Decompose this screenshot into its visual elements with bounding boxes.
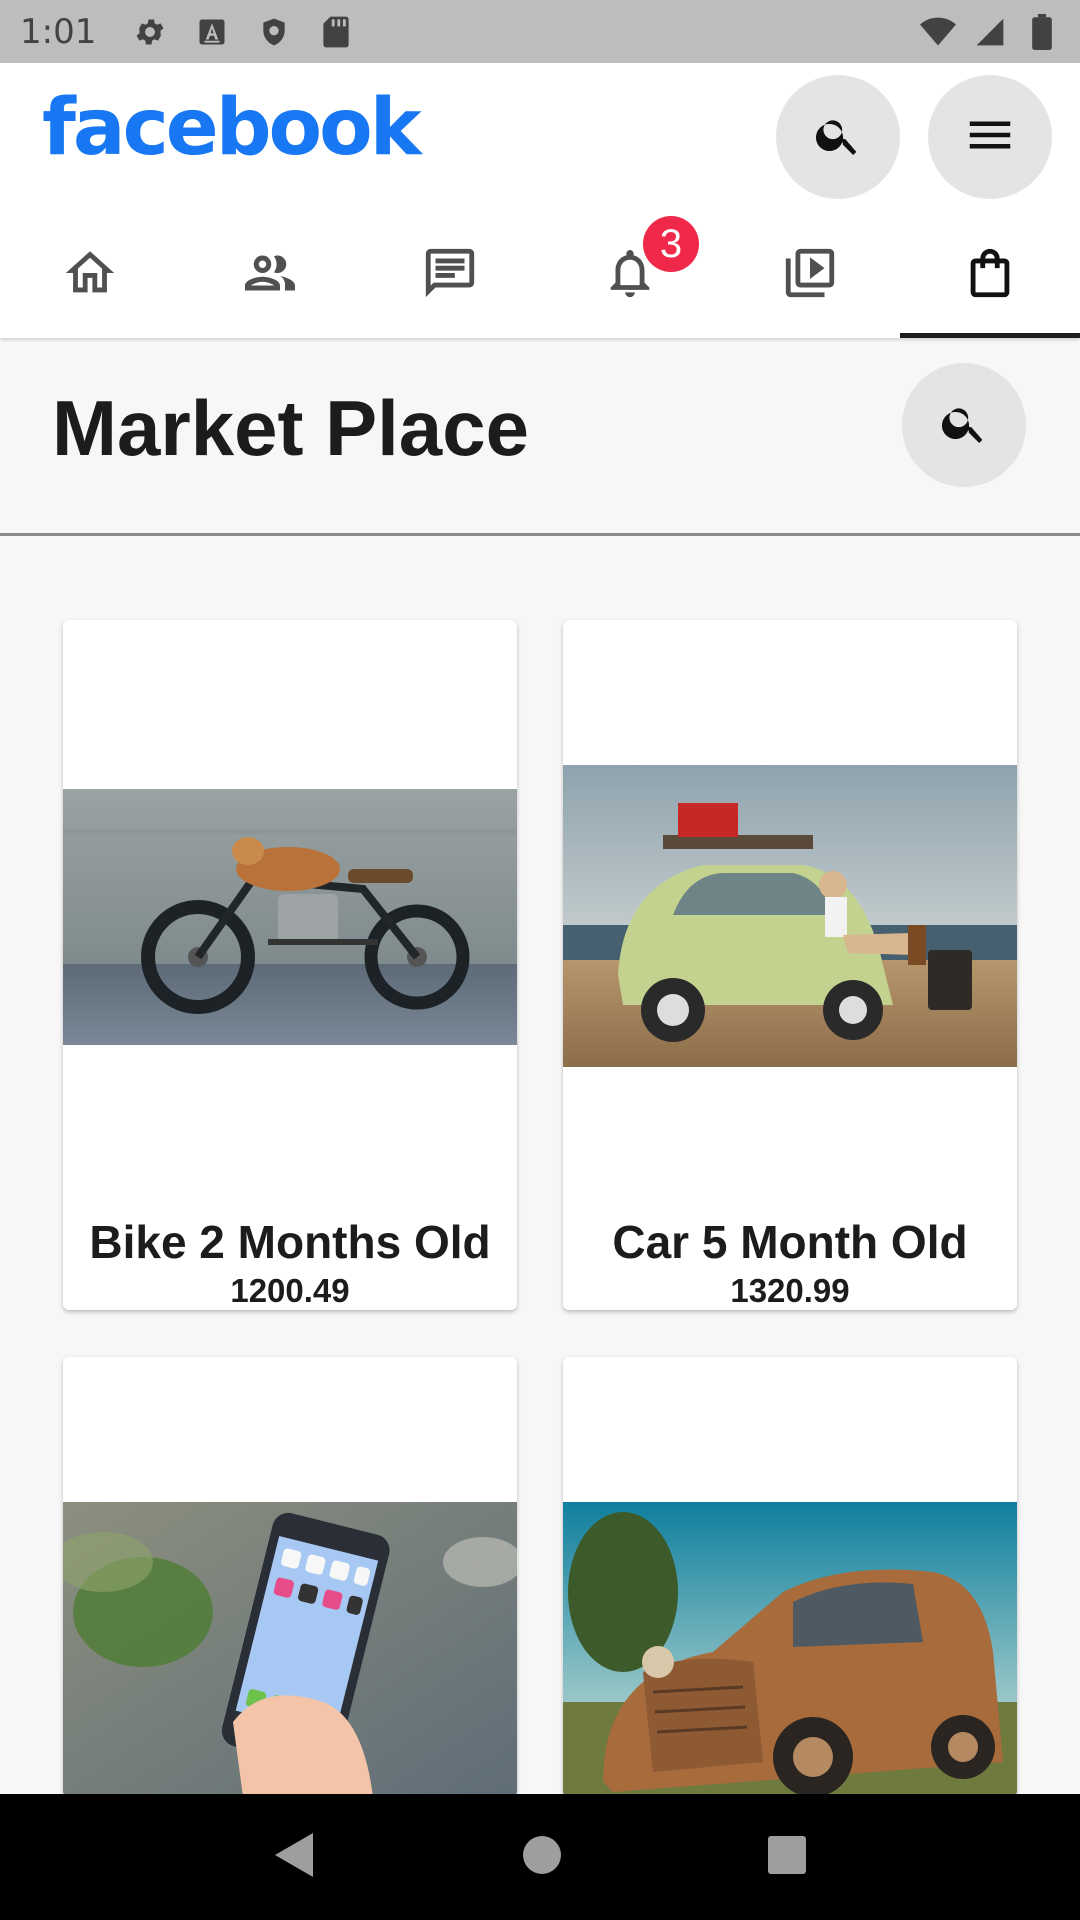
sd-card-icon [318, 14, 354, 50]
header-menu-button[interactable] [928, 75, 1052, 199]
header-search-button[interactable] [776, 75, 900, 199]
message-icon [421, 244, 479, 307]
font-a-icon [194, 14, 230, 50]
tab-friends[interactable] [180, 213, 360, 338]
tab-marketplace[interactable] [900, 213, 1080, 338]
status-bar: 1:01 [0, 0, 1080, 63]
settings-icon [132, 14, 168, 50]
app-header: facebook 3 [0, 63, 1080, 338]
home-circle-icon[interactable] [522, 1835, 562, 1880]
home-icon [61, 244, 119, 307]
wifi-icon [920, 14, 956, 50]
shield-icon [256, 14, 292, 50]
product-card[interactable] [563, 1357, 1017, 1797]
product-price: 1200.49 [230, 1272, 350, 1309]
product-card[interactable] [63, 1357, 517, 1797]
facebook-logo[interactable]: facebook [42, 83, 422, 173]
product-title: Car 5 Month Old [612, 1216, 968, 1268]
vintage-car-photo [563, 765, 1017, 1067]
signal-icon [972, 14, 1008, 50]
search-icon [939, 398, 989, 453]
product-card[interactable]: Bike 2 Months Old 1200.49 [63, 620, 517, 1310]
divider [0, 533, 1080, 536]
tab-messages[interactable] [360, 213, 540, 338]
shopping-bag-icon [961, 244, 1019, 307]
system-navigation-bar [0, 1794, 1080, 1920]
nav-tabs: 3 [0, 213, 1080, 338]
tab-notifications[interactable]: 3 [540, 213, 720, 338]
motorcycle-photo [63, 789, 517, 1045]
battery-icon [1024, 13, 1060, 50]
page-title: Market Place [52, 384, 529, 472]
product-price: 1320.99 [730, 1272, 850, 1309]
product-card[interactable]: Car 5 Month Old 1320.99 [563, 620, 1017, 1310]
tab-watch[interactable] [720, 213, 900, 338]
status-time: 1:01 [20, 11, 97, 52]
rusty-truck-photo [563, 1502, 1017, 1797]
product-title: Bike 2 Months Old [89, 1216, 491, 1268]
menu-icon [963, 108, 1017, 167]
search-icon [813, 110, 863, 165]
friends-icon [240, 243, 300, 308]
back-icon[interactable] [273, 1831, 317, 1884]
notification-badge: 3 [643, 216, 699, 272]
tab-home[interactable] [0, 213, 180, 338]
recents-icon[interactable] [767, 1835, 807, 1880]
smartphone-photo [63, 1502, 517, 1797]
video-library-icon [781, 244, 839, 307]
marketplace-search-button[interactable] [902, 363, 1026, 487]
